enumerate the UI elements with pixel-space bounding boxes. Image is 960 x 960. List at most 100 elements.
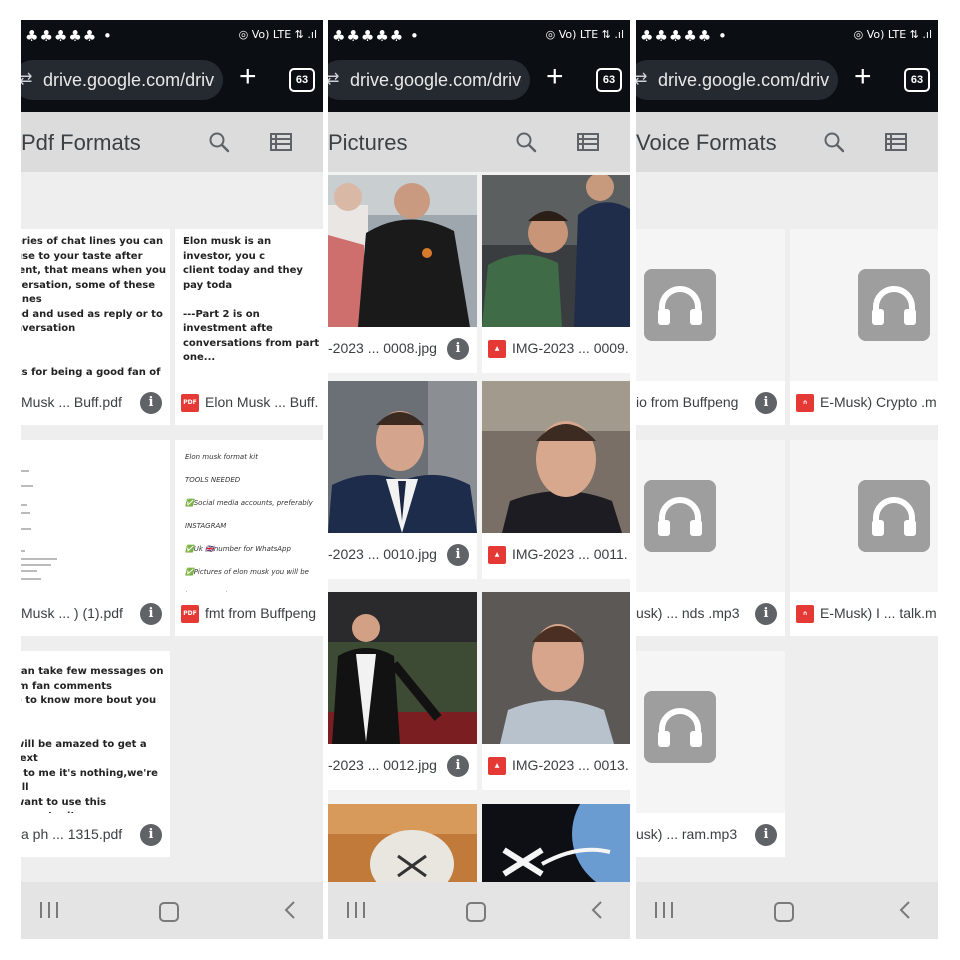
search-icon[interactable] [514, 130, 538, 154]
info-icon[interactable]: i [447, 755, 469, 777]
file-footer: Musk ... ) (1).pdf i [21, 592, 170, 636]
recents-icon[interactable] [39, 902, 59, 918]
list-view-icon[interactable] [884, 132, 908, 152]
site-settings-icon[interactable]: ⇄ [328, 69, 339, 89]
file-card[interactable]: ▲ IMG-2023 ... 0009. [482, 175, 630, 373]
photo-man-portrait [482, 592, 630, 744]
home-icon[interactable] [466, 902, 486, 922]
audio-file-icon: ∩ [796, 394, 814, 412]
recents-icon[interactable] [346, 902, 366, 918]
folder-title: Pdf Formats [21, 130, 141, 155]
info-icon[interactable]: i [140, 824, 162, 846]
address-bar[interactable]: ⇄ drive.google.com/drive [636, 60, 838, 100]
file-footer: -2023 ... 0008.jpg i [328, 327, 477, 371]
file-card[interactable]: ∩ E-Musk) I ... talk.m [790, 440, 938, 636]
system-nav-bar [328, 882, 630, 939]
browser-toolbar: ⇄ drive.google.com/drive + 63 [636, 50, 938, 112]
file-footer: ▲ IMG-2023 ... 0011. [482, 533, 630, 577]
file-name: fmt from Buffpeng [205, 605, 317, 621]
file-card[interactable]: Musk ... ) (1).pdf i [21, 440, 170, 636]
file-card[interactable]: -2023 ... 0008.jpg i [328, 175, 477, 373]
notification-icons: ♣♣♣♣♣ • [25, 27, 113, 45]
file-card[interactable]: Elon musk format kit TOOLS NEEDED ✅Socia… [175, 440, 323, 636]
file-footer: -2023 ... 0012.jpg i [328, 744, 477, 788]
url-text: drive.google.com/drive [350, 70, 522, 90]
pdf-preview: eries of chat lines you can use to your … [21, 229, 170, 381]
image-file-icon: ▲ [488, 340, 506, 358]
url-text: drive.google.com/drive [658, 70, 830, 90]
info-icon[interactable]: i [447, 544, 469, 566]
headphones-icon [644, 691, 716, 763]
headphones-icon [858, 480, 930, 552]
file-card[interactable] [328, 804, 477, 882]
pdf-preview [21, 440, 170, 592]
info-icon[interactable]: i [755, 603, 777, 625]
photo-two-people [328, 175, 477, 327]
file-footer: ∩ E-Musk) Crypto .m [790, 381, 938, 425]
folder-title: Pictures [328, 130, 408, 155]
file-card[interactable]: io from Buffpeng i [636, 229, 785, 425]
file-card[interactable]: -2023 ... 0012.jpg i [328, 592, 477, 790]
file-card[interactable]: -2023 ... 0010.jpg i [328, 381, 477, 579]
new-tab-button[interactable]: + [854, 62, 872, 92]
file-name: Musk ... ) (1).pdf [21, 605, 123, 621]
pdf-preview-graphic [21, 470, 57, 580]
file-name: usk) ... nds .mp3 [636, 605, 740, 621]
info-icon[interactable]: i [140, 392, 162, 414]
file-card[interactable]: can take few messages on 'm fan comments… [21, 651, 170, 857]
tab-switcher-button[interactable]: 63 [289, 68, 315, 92]
notification-icons: ♣♣♣♣♣ • [640, 27, 728, 45]
new-tab-button[interactable]: + [239, 62, 257, 92]
back-icon[interactable] [590, 901, 604, 919]
file-grid: eries of chat lines you can use to your … [21, 172, 323, 882]
home-icon[interactable] [774, 902, 794, 922]
search-icon[interactable] [822, 130, 846, 154]
back-icon[interactable] [283, 901, 297, 919]
back-icon[interactable] [898, 901, 912, 919]
tab-switcher-button[interactable]: 63 [904, 68, 930, 92]
url-text: drive.google.com/drive [43, 70, 215, 90]
list-view-icon[interactable] [576, 132, 600, 152]
file-name: a ph ... 1315.pdf [21, 826, 123, 842]
search-icon[interactable] [207, 130, 231, 154]
info-icon[interactable]: i [755, 824, 777, 846]
site-settings-icon[interactable]: ⇄ [21, 69, 32, 89]
address-bar[interactable]: ⇄ drive.google.com/drive [328, 60, 530, 100]
browser-toolbar: ⇄ drive.google.com/drive + 63 [21, 50, 323, 112]
system-nav-bar [21, 882, 323, 939]
file-name: IMG-2023 ... 0011. [512, 546, 628, 562]
info-icon[interactable]: i [755, 392, 777, 414]
file-card[interactable]: ▲ IMG-2023 ... 0013. [482, 592, 630, 790]
phone-screen-pdf-formats: ♣♣♣♣♣ • ◎ Vo) LTE ⇅ .ıl ⇄ drive.google.c… [21, 20, 323, 939]
new-tab-button[interactable]: + [546, 62, 564, 92]
phone-screen-pictures: ♣♣♣♣♣ • ◎ Vo) LTE ⇅ .ıl ⇄ drive.google.c… [328, 20, 630, 939]
file-card[interactable]: ▲ IMG-2023 ... 0011. [482, 381, 630, 579]
file-card[interactable] [482, 804, 630, 882]
recents-icon[interactable] [654, 902, 674, 918]
info-icon[interactable]: i [140, 603, 162, 625]
image-thumbnail [482, 175, 630, 327]
file-card[interactable]: usk) ... ram.mp3 i [636, 651, 785, 857]
notification-icons: ♣♣♣♣♣ • [332, 27, 420, 45]
address-bar[interactable]: ⇄ drive.google.com/drive [21, 60, 223, 100]
image-thumbnail [482, 592, 630, 744]
tab-switcher-button[interactable]: 63 [596, 68, 622, 92]
home-icon[interactable] [159, 902, 179, 922]
signal-icons: ◎ Vo) LTE ⇅ .ıl [238, 28, 317, 41]
audio-preview [636, 440, 785, 592]
file-name: E-Musk) Crypto .m [820, 394, 937, 410]
file-name: -2023 ... 0010.jpg [328, 546, 437, 562]
file-card[interactable]: usk) ... nds .mp3 i [636, 440, 785, 636]
list-view-icon[interactable] [269, 132, 293, 152]
file-card[interactable]: Elon musk is an investor, you c client t… [175, 229, 323, 425]
file-footer: ▲ IMG-2023 ... 0013. [482, 744, 630, 788]
file-grid: io from Buffpeng i ∩ E-Musk) Crypto .m u… [636, 172, 938, 882]
info-icon[interactable]: i [447, 338, 469, 360]
site-settings-icon[interactable]: ⇄ [636, 69, 647, 89]
file-card[interactable]: ∩ E-Musk) Crypto .m [790, 229, 938, 425]
file-footer: Musk ... Buff.pdf i [21, 381, 170, 425]
file-footer: usk) ... nds .mp3 i [636, 592, 785, 636]
file-card[interactable]: eries of chat lines you can use to your … [21, 229, 170, 425]
photo-man-hugging [482, 175, 630, 327]
file-name: IMG-2023 ... 0013. [512, 757, 629, 773]
